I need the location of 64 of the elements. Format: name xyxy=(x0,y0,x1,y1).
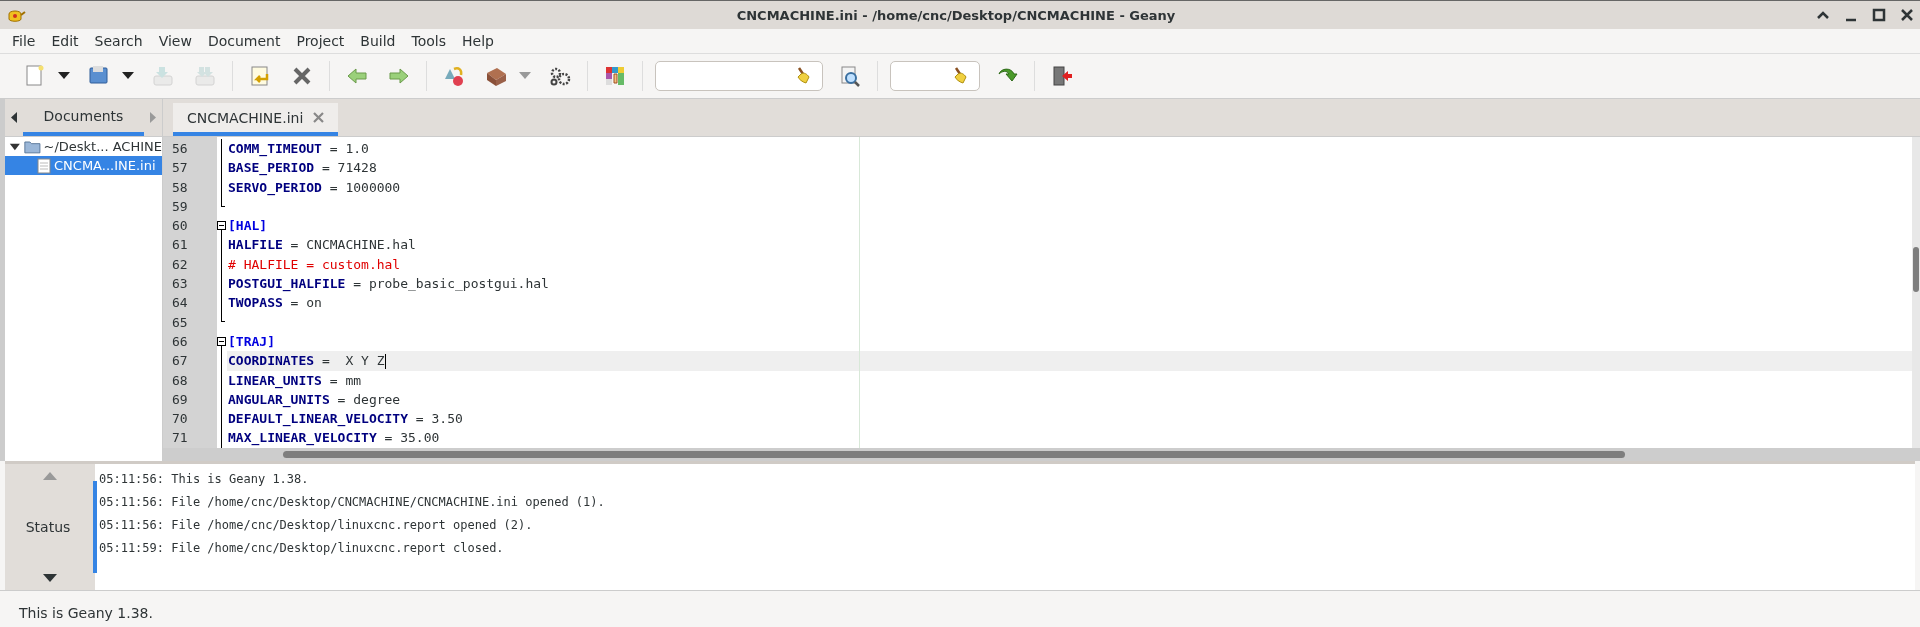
code-line: POSTGUI_HALFILE = probe_basic_postgui.hal xyxy=(227,275,550,294)
maximize-icon[interactable] xyxy=(1872,8,1886,22)
line-number: 56 xyxy=(171,140,189,158)
line-number: 61 xyxy=(171,236,189,255)
code-line: TWOPASS = on xyxy=(227,294,323,313)
compile-icon[interactable] xyxy=(442,64,466,88)
line-number: 67 xyxy=(171,352,189,371)
line-number: 63 xyxy=(171,275,189,294)
close-icon[interactable] xyxy=(1900,8,1914,22)
menu-item[interactable]: Edit xyxy=(43,33,87,49)
close-tab-icon[interactable] xyxy=(313,112,325,123)
search-icon[interactable] xyxy=(838,64,862,88)
line-number: 69 xyxy=(171,390,189,409)
exit-door-icon[interactable] xyxy=(1050,64,1074,88)
menu-item[interactable]: Search xyxy=(86,33,151,49)
document-icon xyxy=(37,157,51,174)
code-line: [HAL] xyxy=(227,217,269,236)
code-line: [TRAJ] xyxy=(227,332,276,351)
line-number: 57 xyxy=(171,159,189,178)
line-number: 65 xyxy=(171,313,189,332)
menu-item[interactable]: Document xyxy=(199,33,289,49)
dropdown-caret-icon[interactable] xyxy=(58,72,70,80)
line-number: 66 xyxy=(171,332,189,351)
line-number: 59 xyxy=(171,197,189,216)
code-line: DEFAULT_LINEAR_VELOCITY = 3.50 xyxy=(227,410,464,429)
log-message: 05:11:56: This is Geany 1.38. xyxy=(99,471,310,488)
line-number: 70 xyxy=(171,410,189,429)
expander-icon[interactable] xyxy=(9,141,21,152)
search-field[interactable] xyxy=(890,61,980,91)
tree-item[interactable]: CNCMA...INE.ini xyxy=(5,156,162,175)
menu-item[interactable]: Project xyxy=(288,33,353,49)
menu-item[interactable]: Tools xyxy=(403,33,454,49)
menu-item[interactable]: View xyxy=(150,33,200,49)
code-line: BASE_PERIOD = 71428 xyxy=(227,159,378,178)
line-number: 60 xyxy=(171,217,189,236)
color-palette-icon[interactable] xyxy=(603,64,627,88)
log-message: 05:11:56: File /home/cnc/Desktop/CNCMACHINE/CNCMACHINE.ini opened (1). xyxy=(99,494,606,511)
text-cursor xyxy=(384,354,386,370)
status-text: This is Geany 1.38. xyxy=(19,604,153,621)
log-message: 05:11:59: File /home/cnc/Desktop/linuxcnc.report closed. xyxy=(99,540,505,557)
code-line: # HALFILE = custom.hal xyxy=(227,255,402,274)
line-number: 71 xyxy=(171,429,189,448)
code-line: MAX_LINEAR_VELOCITY = 35.00 xyxy=(227,429,441,448)
line-number: 68 xyxy=(171,371,189,390)
code-line: LINEAR_UNITS = mm xyxy=(227,371,363,390)
menu-item[interactable]: File xyxy=(4,33,44,49)
code-line: SERVO_PERIOD = 1000000 xyxy=(227,178,402,197)
log-message: 05:11:56: File /home/cnc/Desktop/linuxcnc.report opened (2). xyxy=(99,517,534,534)
vertical-scrollbar[interactable] xyxy=(1912,137,1920,448)
file-tab[interactable]: CNCMACHINE.ini xyxy=(173,103,339,136)
line-number: 62 xyxy=(171,255,189,274)
line-number: 64 xyxy=(171,294,189,313)
dropdown-caret-icon[interactable] xyxy=(122,72,134,80)
menu-item[interactable]: Help xyxy=(454,33,502,49)
code-line: COMM_TIMEOUT = 1.0 xyxy=(227,140,370,159)
code-line: ANGULAR_UNITS = degree xyxy=(227,390,402,410)
scroll-down-icon[interactable] xyxy=(43,574,57,582)
window-title: CNCMACHINE.ini - /home/cnc/Desktop/CNCMACHINE - Geany xyxy=(735,7,1177,23)
menu-item[interactable]: Build xyxy=(352,33,404,49)
tree-item[interactable]: ~/Deskt... ACHINE xyxy=(5,137,162,156)
search-field[interactable] xyxy=(655,61,823,91)
line-number: 58 xyxy=(171,178,189,197)
code-line: HALFILE = CNCMACHINE.hal xyxy=(227,236,417,255)
horizontal-scrollbar[interactable] xyxy=(163,448,1920,461)
